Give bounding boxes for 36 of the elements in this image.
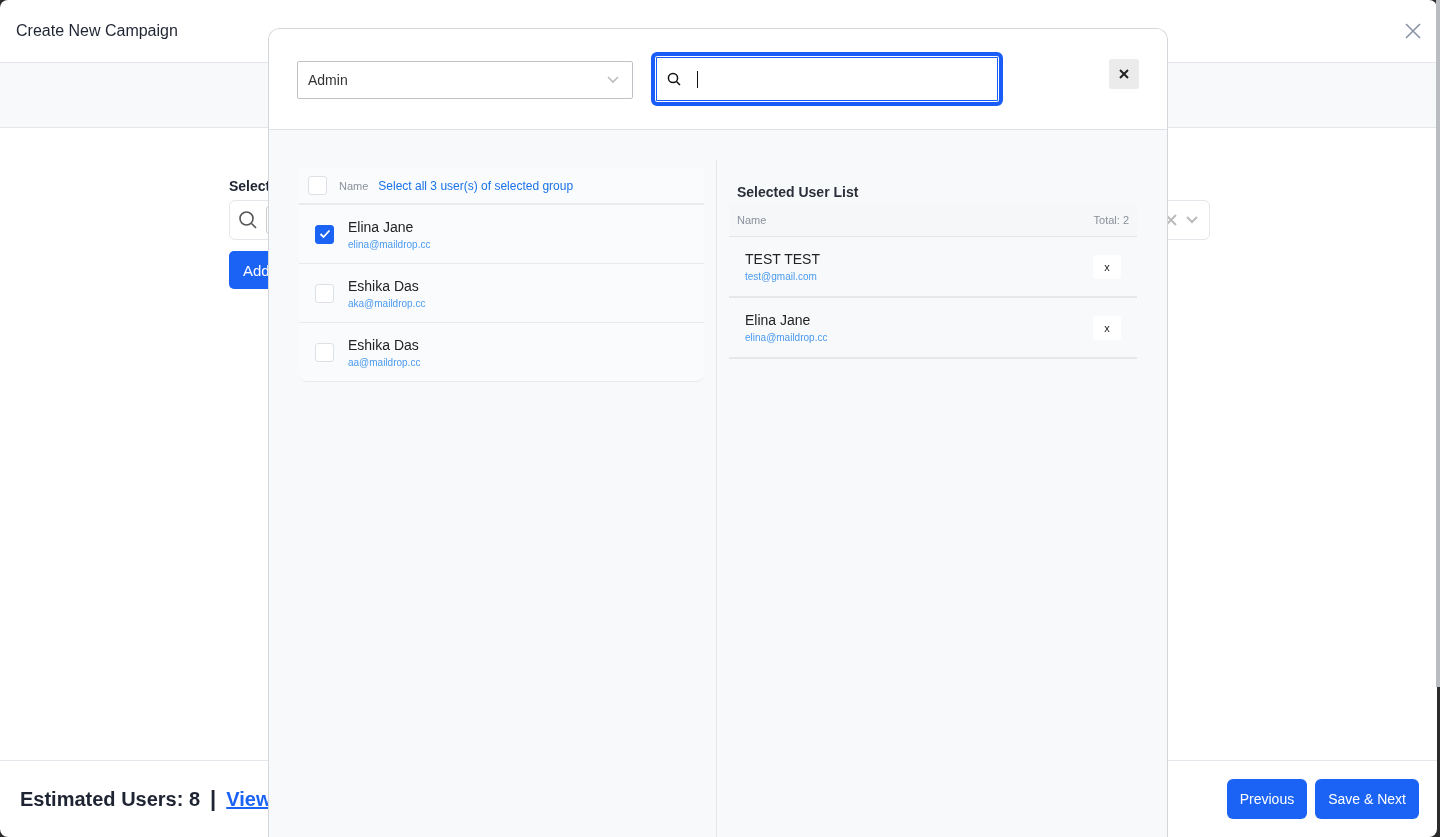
group-select[interactable]: Admin: [297, 61, 633, 99]
user-name: TEST TEST: [745, 251, 820, 267]
check-icon: [318, 229, 331, 239]
user-email: elina@maildrop.cc: [745, 332, 828, 343]
column-header: Name: [737, 214, 767, 226]
remove-button[interactable]: x: [1093, 315, 1121, 340]
chevron-icon[interactable]: [1185, 215, 1199, 225]
footer-button[interactable]: Save & Next: [1315, 779, 1419, 819]
user-email: aa@maildrop.cc: [348, 356, 421, 368]
user-email: aka@maildrop.cc: [348, 297, 426, 309]
search-field[interactable]: [651, 52, 1003, 106]
user-email: elina@maildrop.cc: [348, 238, 431, 250]
window-title: Create New Campaign: [16, 22, 178, 40]
chevron-icon: [606, 75, 620, 85]
list-title: Selected User List: [737, 184, 860, 200]
user-name: Eshika Das: [348, 277, 420, 294]
close-icon: [1119, 69, 1129, 79]
remove-button[interactable]: x: [1093, 254, 1121, 279]
search-icon: [667, 72, 681, 86]
select-all-checkbox[interactable]: [308, 176, 327, 195]
close-icon[interactable]: [1405, 23, 1421, 39]
user-name: Elina Jane: [348, 218, 415, 235]
select-all-link[interactable]: Select all 3 user(s) of selected group: [378, 178, 574, 193]
column-header: Name: [339, 179, 369, 192]
clear-icon[interactable]: [1165, 214, 1177, 226]
total-count: Total: 2: [1093, 214, 1129, 226]
close-button[interactable]: [1109, 59, 1139, 89]
user-name: Eshika Das: [348, 336, 420, 353]
estimated-users: Estimated Users: 8: [20, 787, 201, 811]
footer-button[interactable]: Previous: [1226, 779, 1308, 819]
user-email: test@gmail.com: [745, 271, 818, 282]
user-checkbox[interactable]: [315, 224, 334, 244]
separator: |: [210, 786, 217, 812]
user-name: Elina Jane: [745, 312, 812, 328]
scrollbar[interactable]: [1436, 0, 1440, 687]
search-icon: [238, 210, 258, 230]
